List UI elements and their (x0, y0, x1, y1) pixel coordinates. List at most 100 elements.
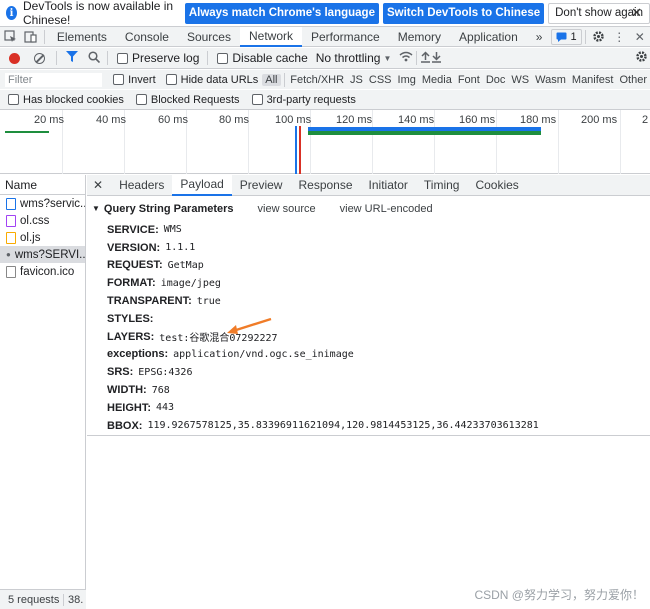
preserve-log-checkbox[interactable] (117, 52, 128, 64)
inspect-element-icon[interactable] (0, 27, 21, 47)
settings-gear-icon[interactable] (588, 27, 609, 47)
param-value: EPSG:4326 (138, 366, 193, 378)
network-conditions-wifi-icon[interactable] (399, 51, 413, 65)
filter-type-js[interactable]: JS (347, 74, 366, 86)
tab-initiator[interactable]: Initiator (361, 175, 416, 196)
filter-type-font[interactable]: Font (455, 74, 483, 86)
filter-type-wasm[interactable]: Wasm (532, 74, 569, 86)
request-item[interactable]: ol.js (0, 229, 85, 246)
filter-type-all[interactable]: All (262, 73, 281, 86)
section-divider (87, 435, 650, 436)
invert-checkbox[interactable] (113, 74, 125, 85)
tab-sources[interactable]: Sources (178, 27, 240, 47)
request-item[interactable]: favicon.ico (0, 263, 85, 280)
preserve-log-toggle[interactable]: Preserve log (111, 51, 199, 65)
network-toolbar: Preserve log Disable cache No throttling… (0, 48, 650, 69)
tab-timing[interactable]: Timing (416, 175, 468, 196)
view-source-link[interactable]: view source (258, 203, 316, 215)
param-value: 1.1.1 (165, 242, 196, 254)
filter-type-css[interactable]: CSS (366, 74, 395, 86)
image-file-icon: ● (6, 250, 11, 259)
issues-badge[interactable]: 1 (551, 28, 582, 45)
view-url-encoded-link[interactable]: view URL-encoded (340, 203, 433, 215)
info-icon: i (6, 6, 17, 20)
section-title: Query String Parameters (103, 202, 234, 215)
param-value: GetMap (167, 259, 204, 271)
tab-memory[interactable]: Memory (389, 27, 450, 47)
disable-cache-label: Disable cache (232, 51, 308, 65)
filter-funnel-icon[interactable] (66, 51, 78, 65)
filter-type-ws[interactable]: WS (508, 74, 532, 86)
preserve-log-label: Preserve log (132, 51, 200, 65)
query-string-section-header[interactable]: ▼ Query String Parameters view source vi… (87, 196, 650, 221)
throttling-select[interactable]: No throttling ▼ (316, 51, 392, 65)
disable-cache-checkbox[interactable] (217, 52, 229, 64)
has-blocked-cookies-toggle[interactable]: Has blocked cookies (2, 94, 124, 106)
switch-to-chinese-button[interactable]: Switch DevTools to Chinese (382, 2, 545, 24)
tab-performance[interactable]: Performance (302, 27, 389, 47)
hide-data-urls-checkbox[interactable] (165, 74, 177, 85)
hide-data-urls-toggle[interactable]: Hide data URLs (160, 74, 258, 86)
invert-toggle[interactable]: Invert (107, 74, 156, 86)
clear-icon[interactable] (34, 52, 45, 64)
tab-response[interactable]: Response (290, 175, 360, 196)
tab-preview[interactable]: Preview (232, 175, 291, 196)
tab-payload[interactable]: Payload (172, 174, 232, 196)
request-name: ol.js (20, 231, 41, 244)
request-item[interactable]: ol.css (0, 212, 85, 229)
tab-elements[interactable]: Elements (48, 27, 116, 47)
param-row: FORMAT: image/jpeg (87, 274, 650, 292)
param-row: REQUEST: GetMap (87, 257, 650, 275)
param-key: SRS: (107, 366, 134, 379)
third-party-requests-checkbox[interactable] (251, 94, 263, 105)
filter-input[interactable]: Filter (4, 71, 104, 88)
filter-type-img[interactable]: Img (395, 74, 419, 86)
filter-type-doc[interactable]: Doc (483, 74, 509, 86)
request-item[interactable]: wms?servic... (0, 195, 85, 212)
timeline-gridline (620, 110, 621, 174)
request-item[interactable]: ● wms?SERVI... (0, 246, 85, 263)
xhr-doc-icon (6, 197, 16, 210)
has-blocked-cookies-checkbox[interactable] (8, 94, 19, 105)
param-key: exceptions: (107, 348, 169, 361)
param-row: SERVICE: WMS (87, 221, 650, 239)
timeline-tick: 140 ms (398, 114, 435, 126)
throttling-value: No throttling (315, 51, 381, 65)
param-row: exceptions: application/vnd.ogc.se_inima… (87, 346, 650, 364)
disable-cache-toggle[interactable]: Disable cache (211, 51, 308, 65)
param-value: WMS (163, 224, 182, 236)
blocked-filter-bar: Has blocked cookies Blocked Requests 3rd… (0, 90, 650, 110)
export-har-icon[interactable] (431, 51, 442, 66)
tab-network[interactable]: Network (239, 26, 302, 47)
filter-type-fetch-xhr[interactable]: Fetch/XHR (287, 74, 347, 86)
request-name: wms?SERVI... (14, 248, 85, 261)
param-row: WIDTH: 768 (87, 381, 650, 399)
timeline-tick: 120 ms (336, 114, 373, 126)
tab-console[interactable]: Console (116, 27, 178, 47)
close-devtools-icon[interactable]: ✕ (629, 27, 650, 47)
network-timeline-overview[interactable]: 20 ms 40 ms 60 ms 80 ms 100 ms 120 ms 14… (0, 110, 650, 174)
close-notice-icon[interactable]: ✕ (631, 5, 642, 21)
tab-headers[interactable]: Headers (111, 175, 172, 196)
search-icon[interactable] (88, 50, 101, 66)
always-match-language-button[interactable]: Always match Chrome's language (184, 2, 379, 24)
filter-type-media[interactable]: Media (419, 74, 455, 86)
tab-application[interactable]: Application (450, 27, 527, 47)
filter-type-manifest[interactable]: Manifest (569, 74, 617, 86)
record-icon[interactable] (9, 52, 20, 64)
third-party-requests-toggle[interactable]: 3rd-party requests (246, 94, 356, 106)
network-settings-gear-icon[interactable] (635, 50, 648, 66)
tab-cookies[interactable]: Cookies (467, 175, 526, 196)
blocked-requests-toggle[interactable]: Blocked Requests (130, 94, 240, 106)
blocked-requests-checkbox[interactable] (135, 94, 147, 105)
name-column-header[interactable]: Name (0, 175, 85, 195)
param-key: TRANSPARENT: (107, 295, 192, 308)
more-tabs-icon[interactable]: » (527, 27, 552, 47)
filter-type-other[interactable]: Other (616, 74, 650, 86)
close-detail-icon[interactable]: ✕ (87, 175, 111, 196)
param-row: BBOX: 119.9267578125,35.83396911621094,1… (87, 417, 650, 435)
import-har-icon[interactable] (420, 50, 431, 66)
device-toolbar-icon[interactable] (21, 27, 42, 47)
param-key: SERVICE: (107, 223, 159, 236)
more-options-icon[interactable]: ⋮ (609, 27, 630, 47)
